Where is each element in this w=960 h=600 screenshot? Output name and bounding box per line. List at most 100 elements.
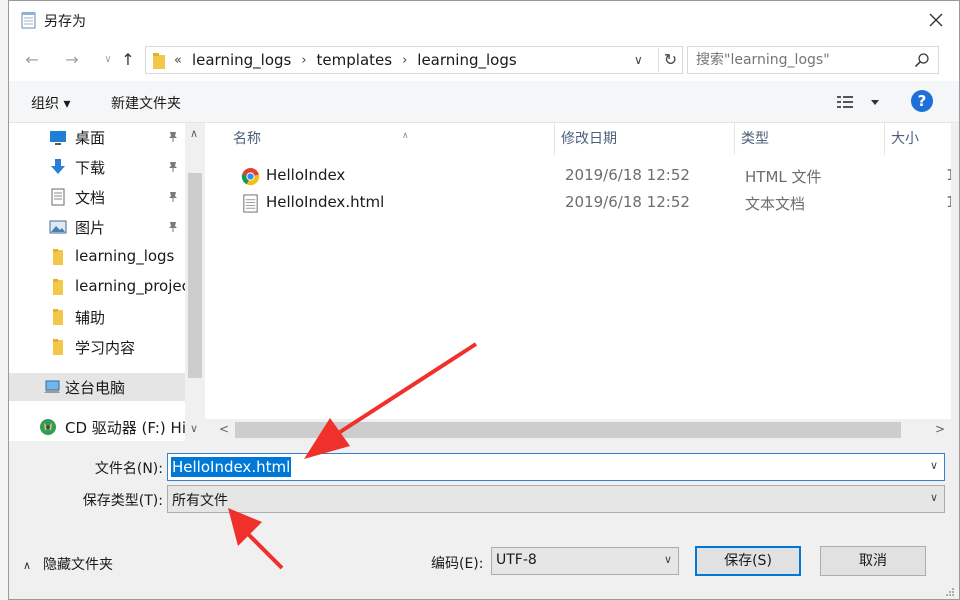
organize-menu-button[interactable]: 组织 ▾ xyxy=(31,93,70,113)
save-as-dialog: 另存为 ← → ∨ ↑ « learning_logs › templates … xyxy=(8,0,960,600)
resize-grip-icon[interactable] xyxy=(945,587,955,597)
nav-item-label: learning_projec xyxy=(75,277,190,295)
column-header-label: 修改日期 xyxy=(561,131,617,147)
chevron-down-icon[interactable]: ∨ xyxy=(634,50,650,70)
pin-icon[interactable] xyxy=(167,189,181,203)
nav-item-label: 这台电脑 xyxy=(65,379,126,397)
hide-folders-toggle[interactable]: ∧ 隐藏文件夹 xyxy=(23,554,113,574)
nav-item-label: 文档 xyxy=(75,189,106,207)
column-header-label: 名称 xyxy=(233,131,261,147)
folder-icon xyxy=(53,339,63,355)
breadcrumb-item[interactable]: learning_logs xyxy=(417,51,516,69)
save-button[interactable]: 保存(S) xyxy=(695,546,801,576)
chevron-down-icon[interactable]: ∨ xyxy=(664,553,672,566)
nav-item-label: CD 驱动器 (F:) HiS xyxy=(65,419,196,437)
file-date: 2019/6/18 12:52 xyxy=(565,166,690,184)
navigation-bar: ← → ∨ ↑ « learning_logs › templates › le… xyxy=(9,39,959,81)
folder-icon xyxy=(53,279,63,295)
search-input[interactable] xyxy=(688,47,908,73)
file-name: HelloIndex.html xyxy=(266,193,385,211)
file-list-horizontal-scrollbar[interactable]: < > xyxy=(205,419,951,441)
scroll-right-icon[interactable]: > xyxy=(935,422,945,436)
folder-icon xyxy=(53,249,63,265)
nav-item-this-pc[interactable]: 这台电脑 xyxy=(9,373,185,401)
encoding-label: 编码(E): xyxy=(431,556,484,572)
pin-icon[interactable] xyxy=(167,219,181,233)
file-type: HTML 文件 xyxy=(745,168,822,186)
nav-item-learning-logs[interactable]: learning_logs xyxy=(9,243,185,271)
filetype-label: 保存类型(T): xyxy=(82,493,163,509)
file-size: 1 xyxy=(946,166,951,184)
scroll-left-icon[interactable]: < xyxy=(219,422,229,436)
scrollbar-thumb[interactable] xyxy=(188,173,202,378)
refresh-icon[interactable]: ↻ xyxy=(658,48,682,72)
pictures-icon xyxy=(49,220,67,234)
filename-value[interactable]: HelloIndex.html xyxy=(171,457,292,477)
breadcrumb-separator[interactable]: › xyxy=(402,53,407,68)
dialog-footer: ∧ 隐藏文件夹 编码(E): UTF-8 ∨ 保存(S) 取消 xyxy=(9,525,959,599)
scroll-up-icon[interactable]: ∧ xyxy=(190,127,198,140)
scrollbar-thumb[interactable] xyxy=(235,422,901,438)
nav-item-downloads[interactable]: 下载 xyxy=(9,153,185,181)
chrome-icon xyxy=(241,167,260,186)
back-arrow-icon[interactable]: ← xyxy=(21,49,43,71)
pin-icon[interactable] xyxy=(167,159,181,173)
chevron-down-icon[interactable]: ∨ xyxy=(930,459,938,472)
cd-drive-icon xyxy=(40,419,56,435)
nav-item-label: 桌面 xyxy=(75,129,106,147)
up-arrow-icon[interactable]: ↑ xyxy=(117,49,139,71)
search-icon[interactable] xyxy=(914,52,930,68)
column-header-label: 大小 xyxy=(891,131,919,147)
breadcrumb: « learning_logs › templates › learning_l… xyxy=(174,51,517,69)
hide-folders-label: 隐藏文件夹 xyxy=(43,557,113,573)
cancel-button[interactable]: 取消 xyxy=(820,546,926,576)
breadcrumb-item[interactable]: templates xyxy=(317,51,393,69)
nav-item-desktop[interactable]: 桌面 xyxy=(9,123,185,151)
nav-item-documents[interactable]: 文档 xyxy=(9,183,185,211)
notepad-icon xyxy=(21,12,36,29)
breadcrumb-separator[interactable]: › xyxy=(301,53,306,68)
chevron-up-icon: ∧ xyxy=(23,559,32,572)
file-row[interactable]: HelloIndex.html 2019/6/18 12:52 文本文档 1 xyxy=(227,190,951,217)
breadcrumb-item[interactable]: learning_logs xyxy=(192,51,291,69)
close-icon[interactable] xyxy=(923,7,949,33)
search-box xyxy=(687,46,939,74)
text-file-icon xyxy=(243,194,258,213)
address-bar[interactable]: « learning_logs › templates › learning_l… xyxy=(145,46,683,74)
file-type: 文本文档 xyxy=(745,195,806,213)
column-header-size[interactable]: 大小 xyxy=(885,123,951,155)
nav-item-pictures[interactable]: 图片 xyxy=(9,213,185,241)
filename-label: 文件名(N): xyxy=(94,461,163,477)
nav-item-label: 学习内容 xyxy=(75,339,136,357)
file-name: HelloIndex xyxy=(266,166,346,184)
breadcrumb-overflow[interactable]: « xyxy=(174,53,182,68)
scroll-down-icon[interactable]: ∨ xyxy=(190,422,198,435)
file-list: ∧ 名称 修改日期 类型 大小 HelloIndex 2019/6/18 12:… xyxy=(205,123,951,441)
title-bar: 另存为 xyxy=(9,1,959,39)
pin-icon[interactable] xyxy=(167,129,181,143)
encoding-select[interactable]: UTF-8 ∨ xyxy=(491,547,679,575)
view-options-icon[interactable] xyxy=(835,93,879,111)
column-header-type[interactable]: 类型 xyxy=(735,123,885,155)
folder-icon xyxy=(53,309,63,325)
chevron-down-icon[interactable]: ∨ xyxy=(930,491,938,504)
forward-arrow-icon[interactable]: → xyxy=(61,49,83,71)
nav-item-learning-project[interactable]: learning_projec xyxy=(9,273,190,301)
navigation-pane: 桌面 下载 文档 图片 learning_logs learning_proje… xyxy=(9,123,205,441)
filetype-select[interactable]: 所有文件 ∨ xyxy=(167,485,945,513)
nav-item-cd-drive[interactable]: CD 驱动器 (F:) HiS xyxy=(9,413,196,441)
filename-field[interactable]: HelloIndex.html ∨ xyxy=(167,453,945,481)
nav-item-auxiliary[interactable]: 辅助 xyxy=(9,303,185,331)
help-icon[interactable]: ? xyxy=(911,90,933,112)
window-title: 另存为 xyxy=(44,14,86,30)
recent-locations-chevron-icon[interactable]: ∨ xyxy=(97,49,119,71)
nav-pane-scrollbar[interactable]: ∧ ∨ xyxy=(185,123,205,441)
column-header-date[interactable]: 修改日期 xyxy=(555,123,735,155)
nav-item-label: 辅助 xyxy=(75,309,106,327)
background-window-edge xyxy=(0,0,8,600)
folder-icon xyxy=(153,53,165,69)
nav-item-study-content[interactable]: 学习内容 xyxy=(9,333,185,361)
file-row[interactable]: HelloIndex 2019/6/18 12:52 HTML 文件 1 xyxy=(227,163,951,190)
new-folder-button[interactable]: 新建文件夹 xyxy=(111,93,181,113)
column-header-name[interactable]: ∧ 名称 xyxy=(227,123,555,155)
